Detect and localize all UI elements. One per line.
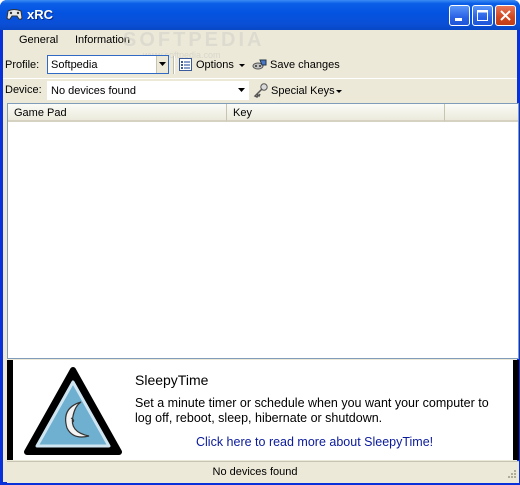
key-mapping-list[interactable]: Game Pad Key — [7, 103, 519, 359]
column-header-filler — [445, 104, 518, 122]
ad-banner[interactable]: SleepyTime Set a minute timer or schedul… — [7, 360, 519, 460]
window-title: xRC — [27, 7, 54, 22]
save-changes-label: Save changes — [270, 59, 340, 71]
title-bar[interactable]: xRC — [0, 0, 520, 30]
device-toolbar: Device: No devices found Special Keys — [3, 78, 517, 104]
profile-dropdown-button[interactable] — [156, 56, 168, 73]
maximize-button[interactable] — [472, 5, 493, 26]
options-icon — [179, 58, 192, 71]
resize-grip-icon[interactable] — [505, 469, 517, 481]
maximize-icon — [477, 10, 488, 21]
options-button[interactable]: Options — [178, 56, 248, 74]
column-header-key[interactable]: Key — [227, 104, 445, 122]
column-header-label: Game Pad — [14, 107, 67, 119]
save-changes-button[interactable]: Save changes — [252, 56, 342, 74]
status-text: No devices found — [212, 466, 298, 478]
menu-information[interactable]: Information — [75, 34, 130, 46]
device-dropdown[interactable]: No devices found — [47, 81, 249, 100]
key-icon — [253, 83, 268, 98]
minimize-button[interactable] — [449, 5, 470, 26]
profile-toolbar: Profile: Softpedia Options Save changes — [3, 53, 517, 78]
column-header-game-pad[interactable]: Game Pad — [8, 104, 227, 122]
ad-title: SleepyTime — [135, 372, 209, 388]
special-keys-button[interactable]: Special Keys — [253, 82, 348, 100]
chevron-down-icon — [238, 88, 245, 92]
column-header-label: Key — [233, 107, 252, 119]
profile-dropdown[interactable]: Softpedia — [47, 55, 169, 74]
chevron-down-icon — [159, 62, 166, 66]
save-changes-icon — [252, 59, 267, 70]
special-keys-label: Special Keys — [271, 85, 335, 97]
device-label: Device: — [5, 84, 42, 96]
profile-label: Profile: — [5, 59, 40, 71]
chevron-down-icon — [336, 90, 342, 93]
options-label: Options — [196, 59, 234, 71]
ad-read-more-link[interactable]: Click here to read more about SleepyTime… — [196, 435, 433, 449]
device-value: No devices found — [51, 85, 136, 97]
watermark: SOFTPEDIA — [123, 29, 265, 51]
menu-general[interactable]: General — [19, 34, 58, 46]
app-window: xRC General Information SOFTPEDIA www.so… — [0, 0, 520, 485]
gamepad-icon — [6, 9, 23, 20]
ad-description: Set a minute timer or schedule when you … — [135, 396, 489, 425]
toolbar-separator — [173, 56, 175, 74]
profile-value: Softpedia — [51, 59, 98, 71]
close-icon — [500, 10, 511, 21]
status-bar: No devices found — [7, 461, 519, 483]
close-button[interactable] — [495, 5, 516, 26]
minimize-icon — [455, 18, 462, 21]
moon-icon — [24, 367, 122, 455]
device-dropdown-button[interactable] — [236, 82, 248, 99]
chevron-down-icon — [239, 64, 245, 67]
